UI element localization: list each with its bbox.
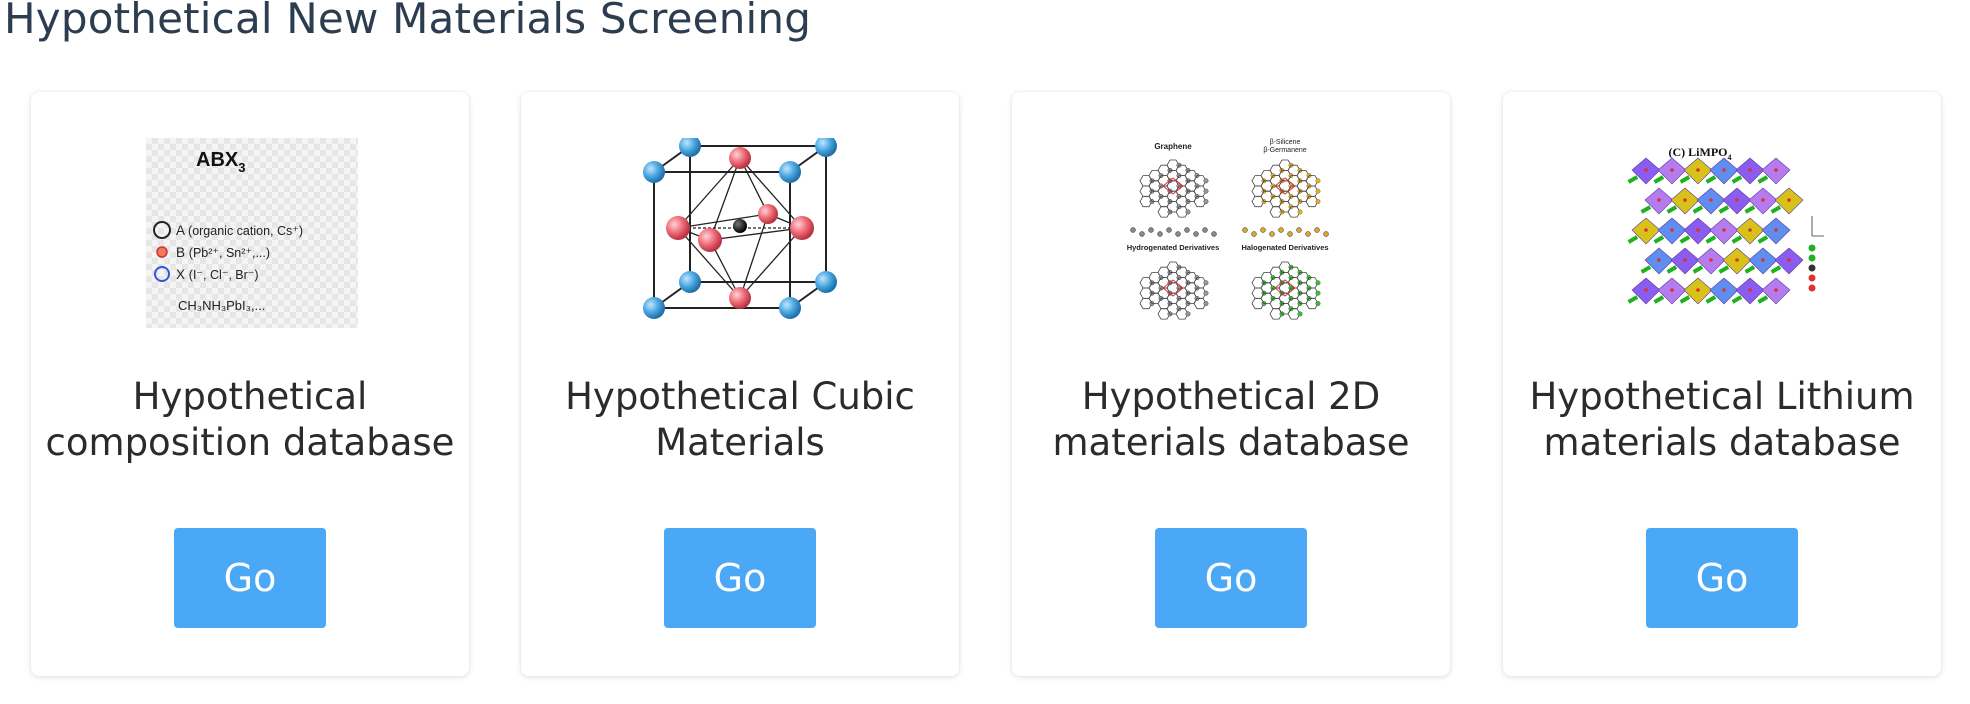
svg-text:Graphene: Graphene (1154, 142, 1192, 151)
go-button[interactable]: Go (1155, 528, 1307, 628)
svg-text:Halogenated Derivatives: Halogenated Derivatives (1241, 243, 1328, 252)
card-lithium-materials-database: (C) LiMPO4 Hypothetical Lithium material… (1503, 92, 1941, 676)
limpo4-structure-figure: (C) LiMPO4 (1627, 145, 1824, 305)
svg-text:β-Germanene: β-Germanene (1263, 147, 1306, 154)
card-title: Hypothetical composition database (45, 375, 455, 464)
cubic-crystal-figure (643, 138, 837, 319)
card-2d-materials-database: Graphene β-Silicene β-Germanene Hydrogen… (1012, 92, 1450, 676)
card-title: Hypothetical Lithium materials database (1529, 375, 1915, 464)
page-title: Hypothetical New Materials Screening (4, 0, 812, 43)
svg-text:B (Pb²⁺, Sn²⁺,...): B (Pb²⁺, Sn²⁺,...) (176, 245, 270, 260)
perovskite-abx3-figure: ABX3 A (organic cation, Cs⁺) B (Pb²⁺, Sn… (146, 138, 358, 328)
svg-text:A (organic cation, Cs⁺): A (organic cation, Cs⁺) (176, 223, 303, 238)
card-cubic-materials: Hypothetical Cubic Materials Go (521, 92, 959, 676)
svg-text:β-Silicene: β-Silicene (1270, 139, 1301, 146)
card-title: Hypothetical 2D materials database (1052, 375, 1410, 464)
card-composition-database: ABX3 A (organic cation, Cs⁺) B (Pb²⁺, Sn… (31, 92, 469, 676)
b-site-marker (156, 246, 168, 258)
svg-text:Hydrogenated Derivatives: Hydrogenated Derivatives (1127, 243, 1220, 252)
2d-materials-figure: Graphene β-Silicene β-Germanene Hydrogen… (1127, 139, 1329, 320)
example-formula: CH₃NH₃PbI₃,... (178, 298, 265, 313)
go-button[interactable]: Go (1646, 528, 1798, 628)
svg-text:X (I⁻, Cl⁻, Br⁻): X (I⁻, Cl⁻, Br⁻) (176, 267, 259, 282)
card-title: Hypothetical Cubic Materials (565, 375, 915, 464)
go-button[interactable]: Go (174, 528, 326, 628)
go-button[interactable]: Go (664, 528, 816, 628)
